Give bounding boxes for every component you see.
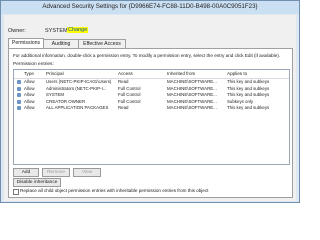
column-header-inherited-from[interactable]: Inherited from xyxy=(167,71,195,76)
user-icon xyxy=(17,80,21,84)
column-header-principal[interactable]: Principal xyxy=(46,71,64,76)
column-header-type[interactable]: Type xyxy=(24,71,34,76)
table-row[interactable]: Allow ALL APPLICATION PACKAGES Read MACH… xyxy=(14,105,289,111)
info-text: For additional information, double-click… xyxy=(13,53,281,58)
table-row[interactable]: Allow Users (NETC-PKIP-ICA01\Users) Read… xyxy=(14,79,289,85)
table-row[interactable]: Allow CREATOR OWNER Full Control MACHINE… xyxy=(14,99,289,105)
replace-child-permissions-checkbox[interactable] xyxy=(13,189,19,195)
cell-inherited-from: MACHINE\SOFTWARE... xyxy=(167,85,217,91)
view-button[interactable]: View xyxy=(73,168,101,177)
replace-child-permissions-label: Replace all child object permission entr… xyxy=(20,188,209,193)
group-icon xyxy=(17,106,21,110)
cell-inherited-from: MACHINE\SOFTWARE... xyxy=(167,98,217,104)
cell-type: Allow xyxy=(24,92,35,97)
column-header-access[interactable]: Access xyxy=(118,71,133,76)
security-settings-window: Advanced Security Settings for {D9966E74… xyxy=(0,0,300,203)
cell-principal: SYSTEM xyxy=(46,92,65,97)
cell-inherited-from: MACHINE\SOFTWARE... xyxy=(167,79,217,84)
user-icon xyxy=(17,99,21,104)
title-bar[interactable]: Advanced Security Settings for {D9966E74… xyxy=(1,1,299,14)
cell-applies-to: This key and subkeys xyxy=(227,85,270,91)
permission-entries-label: Permission entries: xyxy=(13,62,54,67)
permission-entries-table[interactable]: Type Principal Access Inherited from App… xyxy=(13,69,290,165)
cell-type: Allow xyxy=(24,98,35,104)
owner-label: Owner: xyxy=(8,28,26,34)
cell-access: Full Control xyxy=(118,92,141,97)
cell-applies-to: This key and subkeys xyxy=(227,79,270,84)
table-row[interactable]: Allow SYSTEM Full Control MACHINE\SOFTWA… xyxy=(14,92,289,98)
cell-inherited-from: MACHINE\SOFTWARE... xyxy=(167,92,217,97)
cell-type: Allow xyxy=(24,79,35,84)
cell-principal: CREATOR OWNER xyxy=(46,98,86,104)
owner-value: SYSTEM xyxy=(45,28,68,34)
table-row[interactable]: Allow Administrators (NETC-PKIP-I... Ful… xyxy=(14,86,289,92)
column-header-applies-to[interactable]: Applies to xyxy=(227,71,247,76)
change-owner-link[interactable]: Change xyxy=(67,27,89,33)
cell-principal: Administrators (NETC-PKIP-I... xyxy=(46,85,107,91)
cell-principal: Users (NETC-PKIP-ICA01\Users) xyxy=(46,79,112,84)
window-title: Advanced Security Settings for {D9966E74… xyxy=(42,3,258,10)
cell-access: Read xyxy=(118,79,129,84)
tab-auditing[interactable]: Auditing xyxy=(43,39,79,48)
cell-principal: ALL APPLICATION PACKAGES xyxy=(46,105,109,110)
cell-access: Full Control xyxy=(118,85,141,91)
cell-applies-to: This key and subkeys xyxy=(227,92,270,97)
cell-type: Allow xyxy=(24,85,35,91)
remove-button[interactable]: Remove xyxy=(42,168,70,177)
cell-type: Allow xyxy=(24,105,35,110)
cell-applies-to: This key and subkeys xyxy=(227,105,270,110)
tab-effective-access[interactable]: Effective Access xyxy=(78,39,126,48)
user-icon xyxy=(17,93,21,97)
user-icon xyxy=(17,86,21,91)
permissions-panel: For additional information, double-click… xyxy=(8,48,293,198)
cell-access: Full Control xyxy=(118,98,141,104)
cell-inherited-from: MACHINE\SOFTWARE... xyxy=(167,105,217,110)
table-header: Type Principal Access Inherited from App… xyxy=(14,70,289,79)
add-button[interactable]: Add xyxy=(13,168,39,177)
cell-access: Read xyxy=(118,105,129,110)
disable-inheritance-button[interactable]: Disable inheritance xyxy=(13,178,61,187)
cell-applies-to: Subkeys only xyxy=(227,98,254,104)
